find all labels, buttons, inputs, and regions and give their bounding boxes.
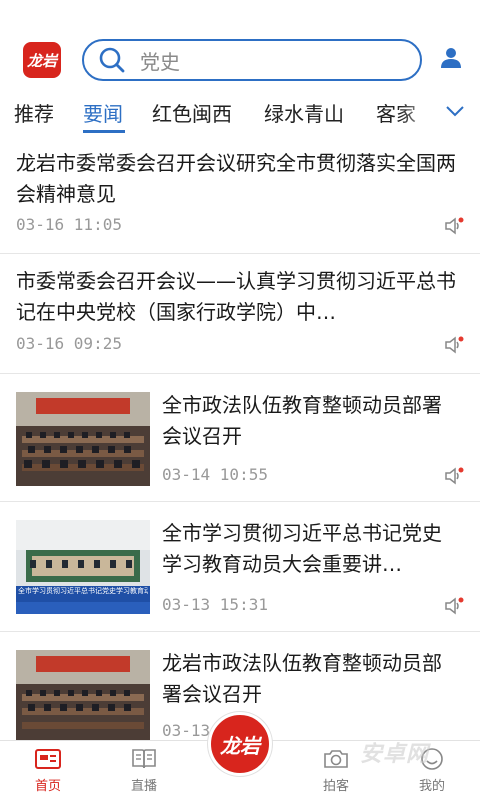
- app-header: 龙岩 党史: [0, 0, 480, 92]
- camera-icon: [324, 750, 348, 768]
- book-icon: [132, 749, 156, 769]
- speaker-icon[interactable]: [444, 336, 464, 354]
- thumbnail-caption: 全市学习贯彻习近平总书记党史学习教育动员大会重要讲话精神: [18, 587, 148, 595]
- search-bar[interactable]: 党史: [82, 39, 422, 81]
- news-item[interactable]: 市委常委会召开会议——认真学习贯彻习近平总书记在中央党校（国家行政学院）中… 0…: [0, 254, 480, 374]
- nav-home[interactable]: 首页: [18, 747, 78, 794]
- watermark: 安卓网: [360, 742, 430, 767]
- search-icon: [99, 47, 125, 73]
- speaker-icon[interactable]: [444, 467, 464, 485]
- nav-live[interactable]: 直播: [114, 747, 174, 794]
- news-item[interactable]: 全市学习贯彻习近平总书记党史学习教育动员大会重要讲话精神 全市学习贯彻习近平总书…: [0, 502, 480, 632]
- nav-live-label: 直播: [130, 779, 157, 794]
- news-item[interactable]: 龙岩市委常委会召开会议研究全市贯彻落实全国两会精神意见 03-16 11:05: [0, 138, 480, 254]
- news-time: 03-13 15:31: [162, 595, 268, 614]
- nav-home-label: 首页: [34, 779, 61, 794]
- channel-tabs: 推荐 要闻 红色闽西 绿水青山 客家: [0, 92, 480, 136]
- tab-fade: [400, 92, 440, 136]
- news-title: 龙岩市委常委会召开会议研究全市贯彻落实全国两会精神意见: [16, 151, 456, 206]
- tab-recommend[interactable]: 推荐: [14, 98, 54, 127]
- home-icon: [35, 749, 61, 769]
- app-logo[interactable]: 龙岩: [23, 42, 61, 78]
- nav-snap-label: 拍客: [322, 779, 349, 794]
- speaker-icon[interactable]: [444, 597, 464, 615]
- news-thumbnail: 全市学习贯彻习近平总书记党史学习教育动员大会重要讲话精神: [16, 520, 150, 614]
- tab-headlines[interactable]: 要闻: [83, 98, 123, 127]
- tab-green-mountains[interactable]: 绿水青山: [264, 98, 344, 127]
- tab-red-minxi[interactable]: 红色闽西: [152, 98, 232, 127]
- active-tab-indicator: [83, 130, 125, 133]
- news-title: 全市学习贯彻习近平总书记党史学习教育动员大会重要讲…: [162, 521, 442, 576]
- meeting-photo-image: [16, 392, 150, 486]
- news-thumbnail: [16, 650, 150, 744]
- user-icon[interactable]: [439, 47, 463, 69]
- meeting-photo-image: [16, 650, 150, 744]
- nav-profile-label: 我的: [418, 779, 445, 794]
- news-time: 03-14 10:55: [162, 465, 268, 484]
- news-time: 03-16 09:25: [16, 334, 122, 353]
- nav-snap[interactable]: 拍客: [306, 747, 366, 794]
- news-title: 全市政法队伍教育整顿动员部署会议召开: [162, 393, 442, 448]
- news-time: 03-16 11:05: [16, 215, 122, 234]
- speaker-icon[interactable]: [444, 217, 464, 235]
- meeting-photo-image: [16, 520, 150, 614]
- news-title: 龙岩市政法队伍教育整顿动员部署会议召开: [162, 651, 442, 706]
- search-placeholder: 党史: [140, 49, 180, 74]
- news-item[interactable]: 全市政法队伍教育整顿动员部署会议召开 03-14 10:55: [0, 374, 480, 502]
- chevron-down-icon[interactable]: [442, 100, 468, 122]
- nav-center-logo[interactable]: 龙岩: [208, 712, 272, 776]
- news-thumbnail: [16, 392, 150, 486]
- news-title: 市委常委会召开会议——认真学习贯彻习近平总书记在中央党校（国家行政学院）中…: [16, 269, 456, 324]
